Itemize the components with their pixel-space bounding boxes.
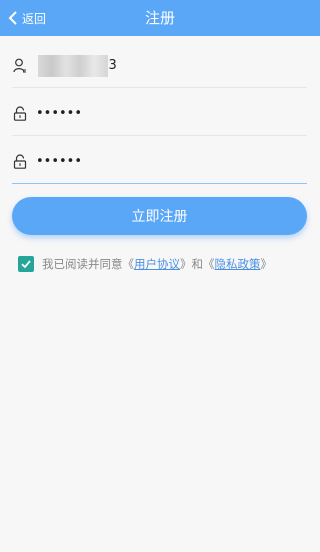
agreement-checkbox[interactable] xyxy=(18,256,34,272)
lock-icon xyxy=(12,154,28,170)
agreement-prefix: 我已阅读并同意《 xyxy=(42,257,134,271)
back-label: 返回 xyxy=(22,11,47,26)
back-button[interactable]: 返回 xyxy=(0,0,70,36)
phone-field xyxy=(12,44,307,88)
app-header: 返回 注册 xyxy=(0,0,320,36)
chevron-left-icon xyxy=(8,11,17,25)
lock-icon xyxy=(12,106,28,122)
agreement-middle: 》和《 xyxy=(180,257,215,271)
agreement-text: 我已阅读并同意《用户协议》和《隐私政策》 xyxy=(42,256,272,272)
register-button[interactable]: 立即注册 xyxy=(12,197,307,235)
password-input[interactable] xyxy=(36,98,296,129)
password-field xyxy=(12,92,307,136)
agreement-suffix: 》 xyxy=(260,257,273,271)
check-icon xyxy=(21,260,31,269)
agreement-row: 我已阅读并同意《用户协议》和《隐私政策》 xyxy=(18,254,272,274)
confirm-password-field xyxy=(12,140,307,184)
phone-input[interactable] xyxy=(36,50,296,81)
privacy-link[interactable]: 隐私政策 xyxy=(215,257,261,271)
user-icon xyxy=(12,58,28,74)
confirm-password-input[interactable] xyxy=(36,146,296,177)
terms-link[interactable]: 用户协议 xyxy=(134,257,180,271)
